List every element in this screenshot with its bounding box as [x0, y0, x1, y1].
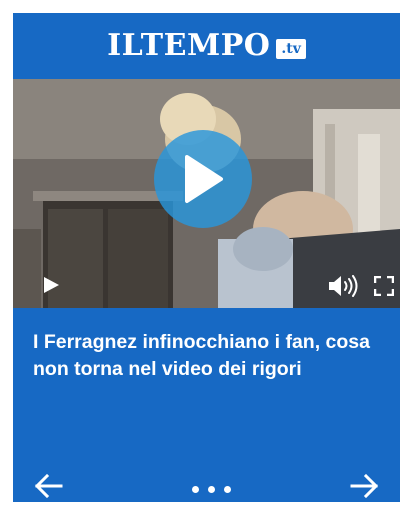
- pagination-dots[interactable]: [192, 486, 231, 493]
- carousel-navigation: [13, 471, 400, 502]
- volume-button[interactable]: [328, 275, 360, 302]
- logo-text: ILTEMPO: [107, 28, 271, 63]
- pagination-dot[interactable]: [224, 486, 231, 493]
- arrow-left-icon: [34, 473, 63, 499]
- big-play-button[interactable]: [154, 130, 252, 228]
- header: ILTEMPO .tv: [13, 13, 400, 79]
- volume-icon: [329, 275, 358, 297]
- play-icon: [185, 155, 223, 203]
- video-headline[interactable]: I Ferragnez infinocchiano i fan, cosa no…: [33, 329, 388, 383]
- play-icon: [44, 277, 59, 293]
- arrow-right-icon: [350, 473, 379, 499]
- play-control-button[interactable]: [42, 276, 60, 299]
- video-carousel-widget: ILTEMPO .tv I Ferragnez infinocchiano i …: [13, 13, 400, 502]
- fullscreen-button[interactable]: [373, 275, 395, 301]
- prev-button[interactable]: [33, 471, 63, 502]
- next-button[interactable]: [350, 471, 380, 502]
- logo-suffix-badge: .tv: [276, 39, 306, 59]
- fullscreen-icon: [373, 275, 395, 297]
- iltempo-tv-logo[interactable]: ILTEMPO .tv: [107, 31, 306, 61]
- pagination-dot[interactable]: [192, 486, 199, 493]
- pagination-dot[interactable]: [208, 486, 215, 493]
- video-player[interactable]: [13, 79, 400, 308]
